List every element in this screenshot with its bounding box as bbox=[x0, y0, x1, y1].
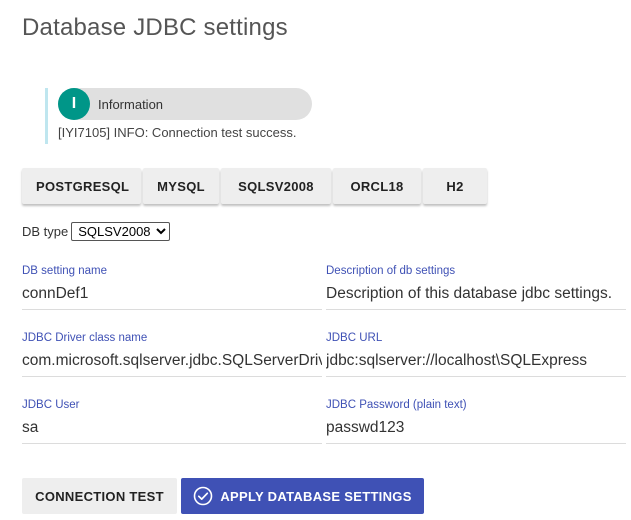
jdbc-user-field: JDBC User sa bbox=[22, 399, 322, 444]
connection-test-button[interactable]: CONNECTION TEST bbox=[22, 478, 177, 514]
jdbc-user-input[interactable]: sa bbox=[22, 419, 322, 444]
page-title: Database JDBC settings bbox=[22, 14, 288, 41]
db-type-select[interactable]: SQLSV2008 bbox=[71, 222, 171, 241]
orcl18-button[interactable]: ORCL18 bbox=[333, 168, 421, 204]
info-message-text: [IYI7105] INFO: Connection test success. bbox=[58, 125, 297, 140]
jdbc-url-label: JDBC URL bbox=[326, 332, 383, 344]
jdbc-url-input[interactable]: jdbc:sqlserver://localhost\SQLExpress bbox=[326, 352, 626, 377]
check-circle-icon bbox=[193, 486, 213, 506]
sqlsv2008-button[interactable]: SQLSV2008 bbox=[221, 168, 331, 204]
driver-class-field: JDBC Driver class name com.microsoft.sql… bbox=[22, 332, 322, 377]
driver-class-label: JDBC Driver class name bbox=[22, 332, 148, 344]
db-setting-name-input[interactable]: connDef1 bbox=[22, 285, 322, 310]
info-chip-label: Information bbox=[98, 96, 164, 112]
db-preset-buttons: POSTGRESQL MYSQL SQLSV2008 ORCL18 H2 bbox=[22, 168, 487, 204]
info-message-block: I Information [IYI7105] INFO: Connection… bbox=[45, 88, 335, 144]
jdbc-password-input[interactable]: passwd123 bbox=[326, 419, 626, 444]
page: Database JDBC settings I Information [IY… bbox=[0, 0, 631, 520]
description-input[interactable]: Description of this database jdbc settin… bbox=[326, 285, 626, 310]
db-setting-name-field: DB setting name connDef1 bbox=[22, 265, 322, 310]
jdbc-url-field: JDBC URL jdbc:sqlserver://localhost\SQLE… bbox=[326, 332, 626, 377]
db-type-row: DB type SQLSV2008 bbox=[22, 222, 171, 241]
apply-database-settings-button[interactable]: APPLY DATABASE SETTINGS bbox=[181, 478, 424, 514]
db-type-label: DB type bbox=[22, 224, 69, 239]
db-setting-name-label: DB setting name bbox=[22, 265, 108, 277]
description-field: Description of db settings Description o… bbox=[326, 265, 626, 310]
postgresql-button[interactable]: POSTGRESQL bbox=[22, 168, 141, 204]
driver-class-input[interactable]: com.microsoft.sqlserver.jdbc.SQLServerDr… bbox=[22, 352, 322, 377]
description-label: Description of db settings bbox=[326, 265, 456, 277]
mysql-button[interactable]: MYSQL bbox=[143, 168, 219, 204]
h2-button[interactable]: H2 bbox=[423, 168, 487, 204]
jdbc-password-field: JDBC Password (plain text) passwd123 bbox=[326, 399, 626, 444]
jdbc-user-label: JDBC User bbox=[22, 399, 80, 411]
info-icon: I bbox=[58, 88, 90, 120]
action-buttons: CONNECTION TEST APPLY DATABASE SETTINGS bbox=[22, 478, 424, 514]
apply-button-label: APPLY DATABASE SETTINGS bbox=[220, 488, 412, 504]
info-chip: I Information bbox=[58, 88, 312, 120]
jdbc-password-label: JDBC Password (plain text) bbox=[326, 399, 467, 411]
